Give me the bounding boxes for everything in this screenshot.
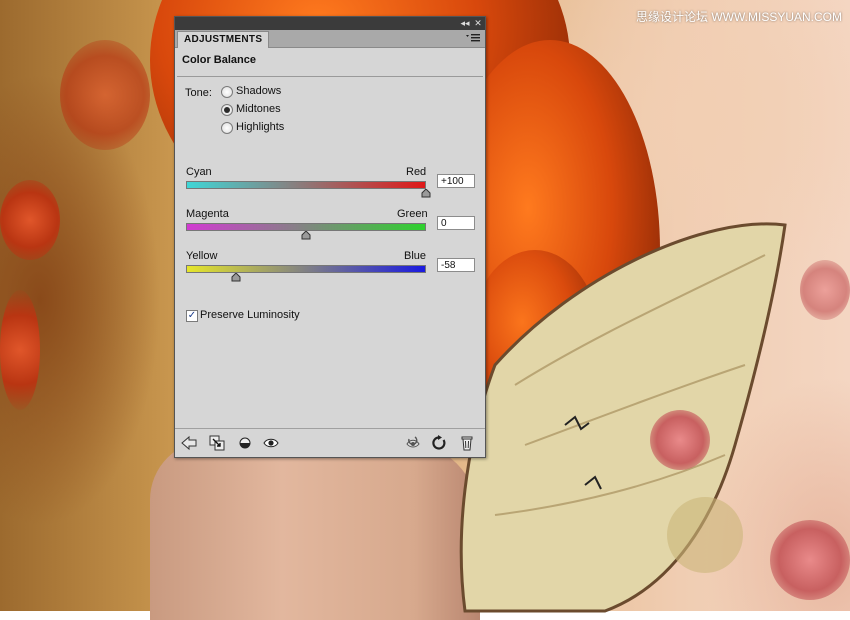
preserve-luminosity-checkbox[interactable]: ✓	[186, 310, 198, 322]
pink-blossoms	[770, 520, 850, 600]
magenta-green-slider-track[interactable]	[186, 223, 426, 231]
radio-label-shadows[interactable]: Shadows	[236, 85, 281, 97]
cyan-red-value-field[interactable]: +100	[437, 174, 475, 188]
orange-berries	[0, 180, 60, 260]
preserve-luminosity-label[interactable]: Preserve Luminosity	[200, 309, 300, 321]
panel-titlebar[interactable]: ◂◂ ✕	[175, 17, 485, 30]
tab-adjustments[interactable]: ADJUSTMENTS	[177, 31, 270, 48]
slider-label-red: Red	[406, 166, 427, 178]
shoulder	[150, 440, 480, 620]
radio-highlights[interactable]	[221, 122, 233, 134]
slider-label-blue: Blue	[404, 250, 427, 262]
panel-menu-icon[interactable]	[466, 33, 480, 43]
close-icon[interactable]: ✕	[472, 18, 484, 29]
slider-label-green: Green	[397, 208, 428, 220]
view-previous-icon[interactable]	[237, 435, 253, 451]
tab-row: ADJUSTMENTS	[175, 30, 485, 48]
slider-label-magenta: Magenta	[186, 208, 229, 220]
orange-berries	[0, 290, 40, 410]
panel-bottom-toolbar	[175, 428, 485, 457]
pink-blossoms	[650, 410, 710, 470]
radio-label-midtones[interactable]: Midtones	[236, 103, 281, 115]
collapse-icon[interactable]: ◂◂	[459, 18, 471, 29]
cyan-red-slider-track[interactable]	[186, 181, 426, 189]
magenta-green-value-field[interactable]: 0	[437, 216, 475, 230]
yellow-blue-value-field[interactable]: -58	[437, 258, 475, 272]
panel-header: Color Balance	[177, 48, 483, 77]
trash-icon[interactable]	[459, 435, 475, 451]
tone-label: Tone:	[185, 87, 212, 99]
radio-midtones[interactable]	[221, 104, 233, 116]
view-previous-state-icon[interactable]	[405, 435, 421, 451]
pink-blossoms	[800, 260, 850, 320]
adjustments-panel: ◂◂ ✕ ADJUSTMENTS Color Balance Tone: Sha…	[174, 16, 486, 458]
reset-icon[interactable]	[431, 435, 447, 451]
orange-berries	[60, 40, 150, 150]
clip-to-layer-icon[interactable]	[209, 435, 225, 451]
yellow-blue-slider-track[interactable]	[186, 265, 426, 273]
back-arrow-icon[interactable]	[181, 435, 197, 451]
watermark: 思缘设计论坛 WWW.MISSYUAN.COM	[636, 10, 842, 24]
radio-shadows[interactable]	[221, 86, 233, 98]
panel-body: Tone: Shadows Midtones Highlights Cyan R…	[175, 77, 485, 437]
slider-label-yellow: Yellow	[186, 250, 218, 262]
radio-label-highlights[interactable]: Highlights	[236, 121, 284, 133]
butterfly-wing	[459, 222, 787, 613]
slider-label-cyan: Cyan	[186, 166, 212, 178]
visibility-eye-icon[interactable]	[263, 435, 279, 451]
panel-title: Color Balance	[182, 54, 256, 66]
